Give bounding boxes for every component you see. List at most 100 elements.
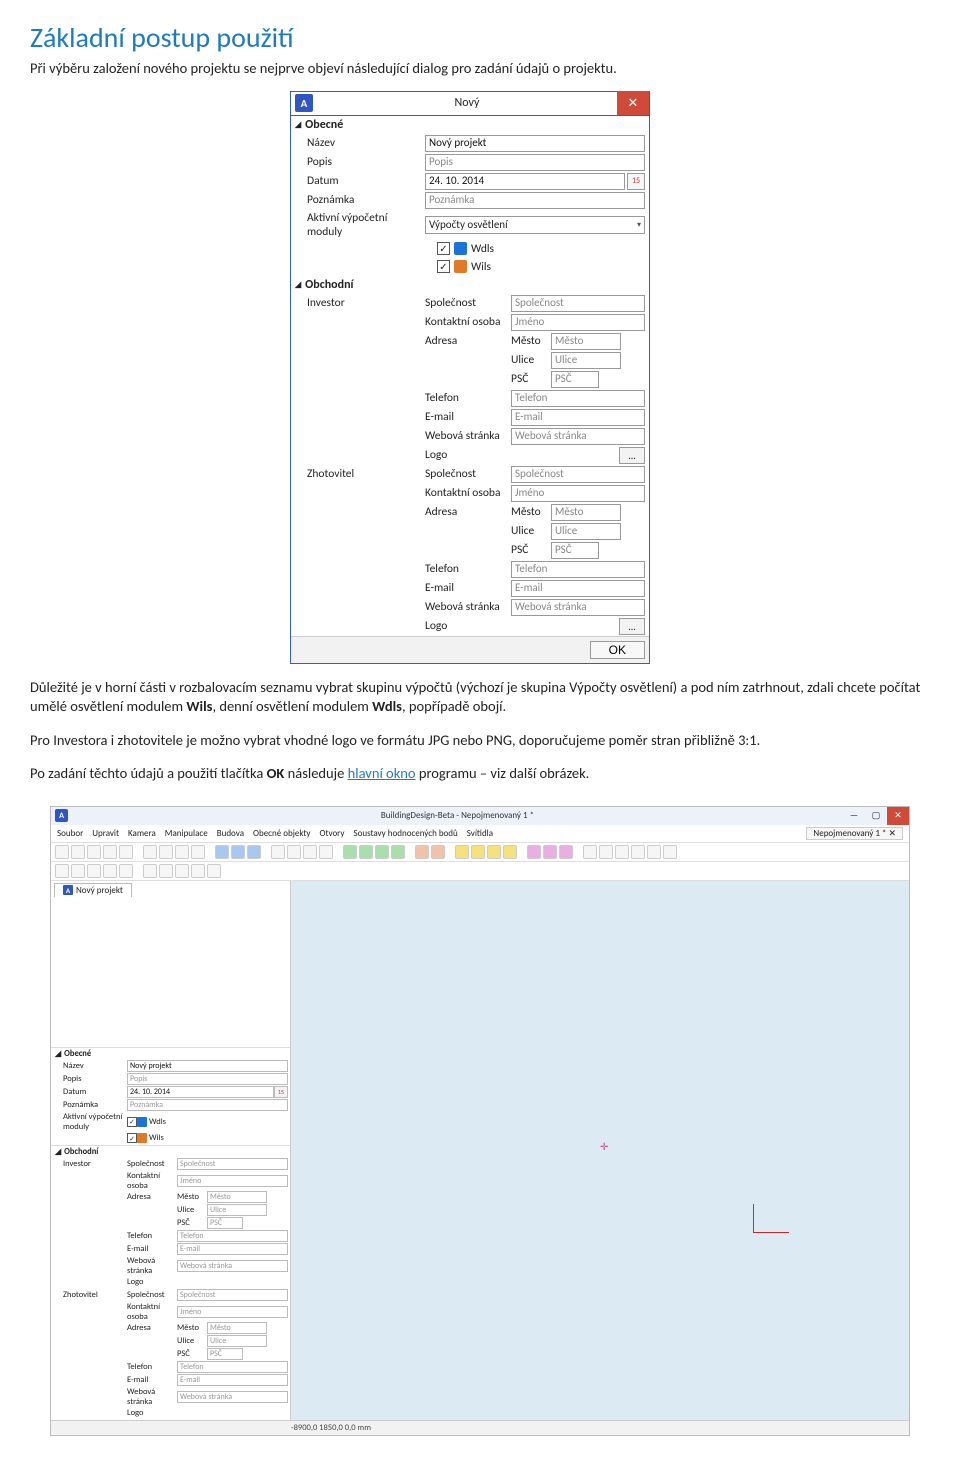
toolbar-icon[interactable]	[391, 845, 405, 859]
investor-phone-input[interactable]: Telefon	[511, 390, 645, 407]
toolbar-icon[interactable]	[71, 845, 85, 859]
toolbar-icon[interactable]	[103, 845, 117, 859]
menu-item[interactable]: Upravit	[92, 828, 119, 839]
toolbar-icon[interactable]	[455, 845, 469, 859]
toolbar-icon[interactable]	[247, 845, 261, 859]
toolbar-icon[interactable]	[359, 845, 373, 859]
toolbar-icon[interactable]	[119, 864, 133, 878]
section-general[interactable]: ◢Obecné	[51, 1047, 290, 1060]
menu-item[interactable]: Obecné objekty	[253, 828, 310, 839]
document-tab[interactable]: Nepojmenovaný 1 * ✕	[806, 827, 903, 840]
contractor-street-input[interactable]: Ulice	[207, 1335, 267, 1347]
menu-item[interactable]: Soubor	[57, 828, 83, 839]
checkbox-wils[interactable]: ✓	[437, 260, 450, 273]
contractor-psc-input[interactable]: PSČ	[207, 1348, 243, 1360]
toolbar-icon[interactable]	[159, 845, 173, 859]
investor-web-input[interactable]: Webová stránka	[511, 428, 645, 445]
desc-input[interactable]: Popis	[425, 154, 645, 171]
toolbar-icon[interactable]	[207, 864, 221, 878]
modules-select[interactable]: Výpočty osvětlení ▾	[425, 216, 645, 234]
toolbar-icon[interactable]	[647, 845, 661, 859]
project-tab[interactable]: A Nový projekt	[54, 883, 132, 897]
toolbar-icon[interactable]	[175, 864, 189, 878]
toolbar-icon[interactable]	[583, 845, 597, 859]
calendar-icon[interactable]: 15	[627, 173, 645, 190]
investor-contact-input[interactable]: Jméno	[177, 1175, 288, 1187]
toolbar-icon[interactable]	[71, 864, 85, 878]
toolbar-icon[interactable]	[487, 845, 501, 859]
checkbox-wdls[interactable]: ✓	[437, 242, 450, 255]
toolbar-icon[interactable]	[143, 864, 157, 878]
menu-item[interactable]: Soustavy hodnocených bodů	[353, 828, 457, 839]
investor-company-input[interactable]: Společnost	[177, 1158, 288, 1170]
menu-item[interactable]: Svítidla	[467, 828, 493, 839]
close-button[interactable]: ✕	[887, 807, 909, 825]
contractor-web-input[interactable]: Webová stránka	[177, 1391, 288, 1403]
toolbar-icon[interactable]	[615, 845, 629, 859]
contractor-psc-input[interactable]: PSČ	[551, 542, 599, 559]
toolbar-icon[interactable]	[303, 845, 317, 859]
name-input[interactable]: Nový projekt	[425, 135, 645, 152]
toolbar-icon[interactable]	[559, 845, 573, 859]
toolbar-icon[interactable]	[543, 845, 557, 859]
toolbar-icon[interactable]	[55, 864, 69, 878]
contractor-phone-input[interactable]: Telefon	[177, 1361, 288, 1373]
toolbar-icon[interactable]	[87, 864, 101, 878]
toolbar-icon[interactable]	[631, 845, 645, 859]
toolbar-icon[interactable]	[191, 845, 205, 859]
date-input[interactable]: 24. 10. 2014	[425, 173, 625, 190]
note-input[interactable]: Poznámka	[425, 192, 645, 209]
toolbar-icon[interactable]	[175, 845, 189, 859]
toolbar-icon[interactable]	[599, 845, 613, 859]
toolbar-icon[interactable]	[143, 845, 157, 859]
contractor-contact-input[interactable]: Jméno	[177, 1306, 288, 1318]
investor-email-input[interactable]: E-mail	[177, 1243, 288, 1255]
date-input[interactable]: 24. 10. 2014	[127, 1086, 274, 1098]
toolbar-icon[interactable]	[287, 845, 301, 859]
investor-phone-input[interactable]: Telefon	[177, 1230, 288, 1242]
section-business[interactable]: ◢ Obchodní	[291, 276, 649, 294]
toolbar-icon[interactable]	[159, 864, 173, 878]
toolbar-icon[interactable]	[215, 845, 229, 859]
investor-contact-input[interactable]: Jméno	[511, 314, 645, 331]
contractor-email-input[interactable]: E-mail	[511, 580, 645, 597]
toolbar-icon[interactable]	[55, 845, 69, 859]
close-button[interactable]: ✕	[617, 91, 649, 115]
investor-psc-input[interactable]: PSČ	[207, 1217, 243, 1229]
toolbar-icon[interactable]	[87, 845, 101, 859]
contractor-company-input[interactable]: Společnost	[511, 466, 645, 483]
investor-city-input[interactable]: Město	[551, 333, 621, 350]
desc-input[interactable]: Popis	[127, 1073, 288, 1085]
calendar-icon[interactable]: 15	[274, 1086, 288, 1098]
contractor-email-input[interactable]: E-mail	[177, 1374, 288, 1386]
toolbar-icon[interactable]	[271, 845, 285, 859]
investor-street-input[interactable]: Ulice	[207, 1204, 267, 1216]
main-window-link[interactable]: hlavní okno	[348, 764, 416, 782]
toolbar-icon[interactable]	[415, 845, 429, 859]
contractor-company-input[interactable]: Společnost	[177, 1289, 288, 1301]
toolbar-icon[interactable]	[471, 845, 485, 859]
toolbar-icon[interactable]	[191, 864, 205, 878]
ok-button[interactable]: OK	[590, 641, 645, 659]
contractor-contact-input[interactable]: Jméno	[511, 485, 645, 502]
toolbar-icon[interactable]	[375, 845, 389, 859]
contractor-logo-button[interactable]: ...	[619, 618, 645, 635]
investor-street-input[interactable]: Ulice	[551, 352, 621, 369]
checkbox-wdls[interactable]: ✓	[127, 1117, 137, 1127]
section-general[interactable]: ◢ Obecné	[291, 116, 649, 134]
investor-psc-input[interactable]: PSČ	[551, 371, 599, 388]
menu-item[interactable]: Manipulace	[165, 828, 208, 839]
menu-item[interactable]: Budova	[217, 828, 244, 839]
investor-logo-button[interactable]: ...	[619, 447, 645, 464]
toolbar-icon[interactable]	[319, 845, 333, 859]
toolbar-icon[interactable]	[231, 845, 245, 859]
investor-company-input[interactable]: Společnost	[511, 295, 645, 312]
viewport-3d[interactable]: ✛	[291, 881, 909, 1420]
investor-web-input[interactable]: Webová stránka	[177, 1260, 288, 1272]
contractor-city-input[interactable]: Město	[551, 504, 621, 521]
toolbar-icon[interactable]	[527, 845, 541, 859]
toolbar-icon[interactable]	[503, 845, 517, 859]
maximize-button[interactable]: ▢	[865, 807, 887, 825]
contractor-city-input[interactable]: Město	[207, 1322, 267, 1334]
menu-item[interactable]: Kamera	[128, 828, 156, 839]
